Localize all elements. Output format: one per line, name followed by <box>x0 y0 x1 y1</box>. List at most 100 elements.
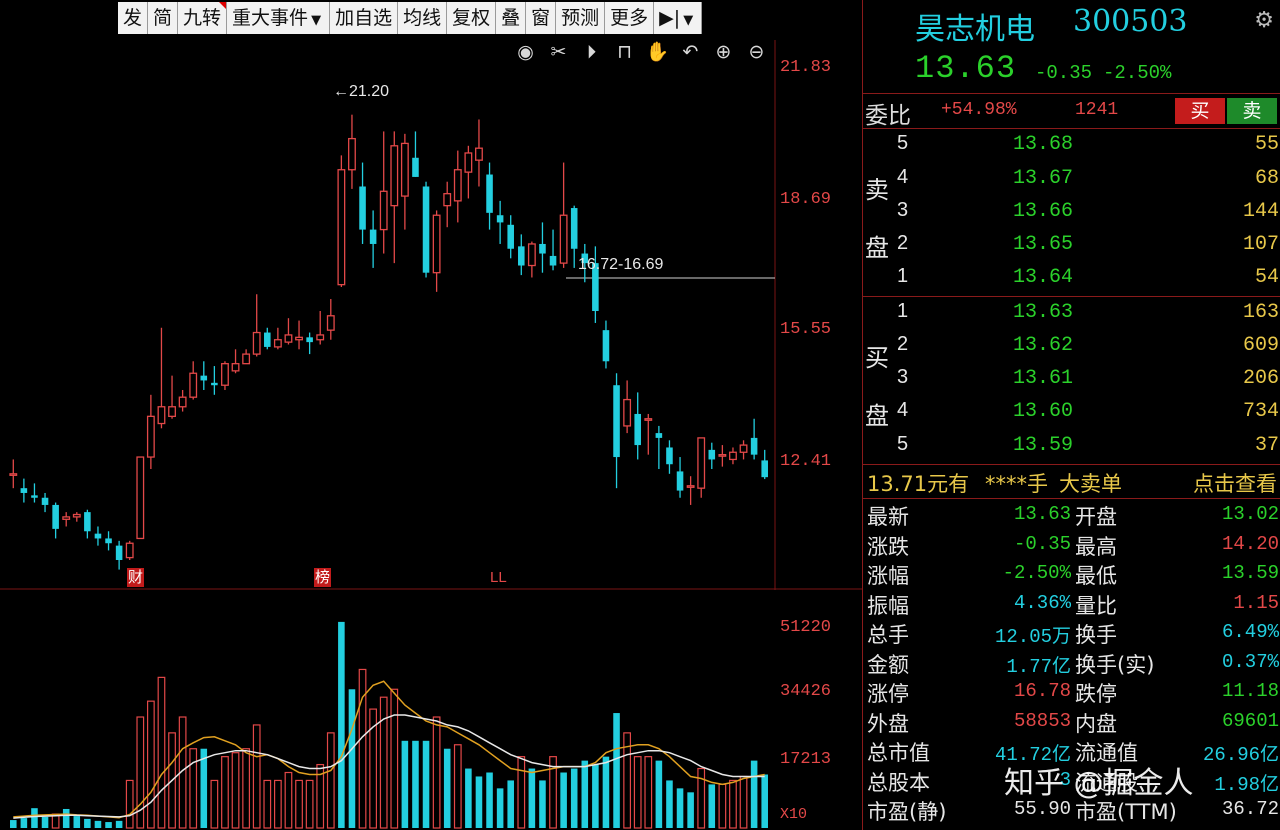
stat-value: 36.72 <box>1221 798 1279 820</box>
scissors-icon[interactable]: ✂ <box>545 40 572 64</box>
volume-bar <box>41 816 49 828</box>
toolbar-button-forecast[interactable]: 预测 <box>556 2 606 34</box>
stat-label: 总市值 <box>867 741 930 765</box>
gap-annotation: 16.72-16.69 <box>578 256 664 273</box>
volume-bar <box>73 816 81 828</box>
volume-bar <box>539 780 546 828</box>
event-marker-list[interactable]: 榜 <box>314 568 332 587</box>
toolbar-button-window[interactable]: 窗 <box>526 2 557 34</box>
stat-label: 总股本 <box>867 770 930 795</box>
volume-bar <box>486 772 493 828</box>
ask-volume: 107 <box>1242 233 1279 256</box>
toolbar-button-overlay[interactable]: 叠 <box>496 2 527 34</box>
big-order-banner[interactable]: 13.71元有 ****手 大卖单 点击查看 <box>863 466 1280 498</box>
zoom-out-icon[interactable]: ⊖ <box>743 40 770 64</box>
big-order-view-link[interactable]: 点击查看 <box>1193 468 1277 498</box>
volume-bar <box>231 752 240 829</box>
bid-row[interactable]: 2 13.62 609 <box>863 331 1280 364</box>
volume-bar <box>105 822 112 828</box>
stat-label: 涨跌 <box>867 534 909 559</box>
volume-bar <box>295 779 303 829</box>
lock-icon[interactable]: ⊓ <box>611 40 638 64</box>
ask-row[interactable]: 3 13.66 144 <box>863 197 1280 230</box>
divider <box>863 498 1280 499</box>
buy-button[interactable]: 买 <box>1175 98 1225 124</box>
stats-row: 总手 12.05万 换手 6.49% <box>863 619 1280 649</box>
stat-label: 最低 <box>1075 564 1117 588</box>
bid-row[interactable]: 1 13.63 163 <box>863 298 1280 331</box>
stat-label: 振幅 <box>867 593 909 618</box>
volume-bar <box>305 779 314 829</box>
volume-bar <box>401 740 409 828</box>
stat-label: 内盘 <box>1075 711 1117 736</box>
toolbar-button-jiuzhuan[interactable]: 九转 <box>178 2 228 34</box>
stat-label: 涨幅 <box>867 564 909 588</box>
toolbar-button-adjust[interactable]: 复权 <box>447 2 497 34</box>
volume-bar <box>31 808 38 828</box>
volume-bar <box>412 740 419 828</box>
sell-button[interactable]: 卖 <box>1227 98 1277 124</box>
toolbar-button-add-watchlist[interactable]: 加自选 <box>330 2 399 34</box>
volume-bar <box>422 740 430 828</box>
stat-label: 换手(实) <box>1075 652 1155 677</box>
volume-bar <box>242 748 251 829</box>
stat-value: -2.50% <box>1002 562 1071 584</box>
volume-bar <box>676 788 684 828</box>
volume-bar <box>729 779 737 829</box>
stat-value: 1.15 <box>1233 591 1279 614</box>
big-order-label: 大卖单 <box>1059 472 1122 496</box>
bid-price: 13.59 <box>1013 434 1074 457</box>
play-circle-icon[interactable]: ⏵ <box>578 40 605 64</box>
ask-level: 5 <box>897 132 909 154</box>
stat-label: 换手 <box>1075 623 1117 647</box>
dropdown-arrow-icon[interactable]: ▼ <box>680 13 696 28</box>
volume-chart[interactable] <box>0 0 862 830</box>
ask-row[interactable]: 5 13.68 55 <box>863 130 1280 163</box>
stat-value: 14.20 <box>1221 532 1279 555</box>
ask-row[interactable]: 2 13.65 107 <box>863 230 1280 263</box>
stat-value: 69601 <box>1221 709 1279 732</box>
volume-axis-label: 34426 <box>780 682 832 701</box>
ask-row[interactable]: 1 13.64 54 <box>863 263 1280 296</box>
volume-bar <box>496 788 504 828</box>
toolbar-button-more[interactable]: 更多 <box>605 2 655 34</box>
bid-row[interactable]: 4 13.60 734 <box>863 397 1280 430</box>
stat-label: 开盘 <box>1075 505 1117 529</box>
volume-bar <box>146 700 155 829</box>
undo-icon[interactable]: ↶ <box>677 40 704 64</box>
eye-icon[interactable]: ◉ <box>512 40 539 64</box>
volume-bar <box>750 760 758 828</box>
volume-bar <box>739 775 748 829</box>
volume-bar <box>528 768 536 828</box>
bid-row[interactable]: 5 13.59 37 <box>863 431 1280 464</box>
toolbar-button-moving-average[interactable]: 均线 <box>398 2 448 34</box>
stat-value: -0.35 <box>1013 532 1071 555</box>
volume-bar <box>475 776 483 828</box>
volume-bar <box>84 818 91 828</box>
bid-price: 13.63 <box>1013 301 1074 324</box>
toolbar-button-major-events[interactable]: 重大事件 ▼ <box>227 2 331 34</box>
bid-level: 1 <box>897 300 909 322</box>
event-marker-ll[interactable]: LL <box>489 568 508 587</box>
bid-row[interactable]: 3 13.61 206 <box>863 364 1280 397</box>
dropdown-arrow-icon[interactable]: ▼ <box>308 13 324 28</box>
volume-bar <box>273 779 282 829</box>
hand-icon[interactable]: ✋ <box>644 40 671 64</box>
zoom-in-icon[interactable]: ⊕ <box>710 40 737 64</box>
volume-bar <box>210 779 219 829</box>
quote-panel: 昊志机电 300503 ⚙ 13.63 -0.35 -2.50% 委比 +54.… <box>862 0 1280 830</box>
toolbar-expand-button[interactable]: ▶| ▼ <box>654 2 703 34</box>
gear-icon[interactable]: ⚙ <box>1254 8 1274 33</box>
toolbar-button-jian[interactable]: 简 <box>148 2 179 34</box>
volume-bar <box>62 808 70 828</box>
ask-row[interactable]: 4 13.67 68 <box>863 164 1280 197</box>
kline-chart-area[interactable]: 发 简 九转 重大事件 ▼ 加自选 均线 复权 叠 窗 预测 更多 ▶| ▼ ◉ ✂… <box>0 0 862 830</box>
event-marker-financial[interactable]: 财 <box>127 568 145 587</box>
divider <box>863 296 1280 297</box>
volume-bar <box>348 689 356 828</box>
volume-bar <box>517 756 526 829</box>
volume-bar <box>10 820 17 828</box>
volume-bar <box>390 688 399 829</box>
toolbar-button-fa[interactable]: 发 <box>118 2 149 34</box>
stat-value: 6.49% <box>1221 621 1279 643</box>
